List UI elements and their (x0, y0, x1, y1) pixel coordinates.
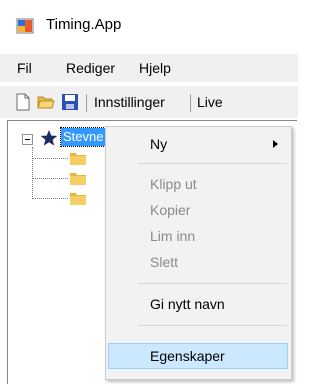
menu-file[interactable]: Fil (17, 60, 32, 76)
menu-item-paste[interactable]: Lim inn (108, 223, 288, 249)
window-title: Timing.App (46, 16, 122, 33)
collapse-icon[interactable] (22, 134, 33, 145)
title-bar[interactable]: Timing.App (0, 0, 298, 52)
tree-connector (32, 147, 33, 199)
folder-icon[interactable] (70, 172, 86, 185)
submenu-arrow-icon (273, 140, 278, 148)
open-folder-icon[interactable] (37, 93, 55, 111)
menu-item-copy[interactable]: Kopier (108, 197, 288, 223)
menu-item-delete[interactable]: Slett (108, 249, 288, 275)
menu-edit[interactable]: Rediger (66, 60, 115, 76)
toolbar: Innstillinger Live (0, 86, 298, 118)
menu-bar: Fil Rediger Hjelp (0, 54, 298, 82)
menu-item-rename[interactable]: Gi nytt navn (108, 291, 288, 317)
menu-item-properties[interactable]: Egenskaper (108, 343, 288, 369)
tree-connector (32, 178, 68, 179)
save-floppy-icon[interactable] (61, 93, 79, 111)
menu-help[interactable]: Hjelp (139, 60, 171, 76)
menu-item-label: Gi nytt navn (150, 296, 225, 312)
toolbar-separator (190, 94, 191, 112)
app-window: Timing.App Fil Rediger Hjelp Innstilling… (0, 0, 298, 384)
context-menu: Ny Klipp ut Kopier Lim inn Slett Gi nytt… (105, 126, 292, 380)
menu-item-label: Klipp ut (150, 176, 197, 192)
settings-button[interactable]: Innstillinger (94, 94, 165, 110)
toolbar-separator (86, 94, 87, 112)
menu-separator (138, 325, 287, 326)
menu-item-label: Lim inn (150, 228, 196, 244)
menu-item-label: Ny (150, 136, 168, 152)
star-icon (40, 130, 58, 146)
menu-separator (138, 283, 287, 284)
tree-connector (32, 198, 68, 199)
menu-item-cut[interactable]: Klipp ut (108, 171, 288, 197)
menu-item-label: Egenskaper (150, 348, 225, 364)
folder-icon[interactable] (70, 152, 86, 165)
live-button[interactable]: Live (197, 94, 223, 110)
menu-item-label: Slett (150, 254, 179, 270)
menu-item-label: Kopier (150, 202, 191, 218)
app-icon (16, 18, 34, 34)
menu-separator (138, 163, 287, 164)
menu-item-new[interactable]: Ny (108, 131, 288, 157)
tree-connector (32, 158, 68, 159)
folder-icon[interactable] (70, 192, 86, 205)
new-file-icon[interactable] (14, 93, 32, 111)
